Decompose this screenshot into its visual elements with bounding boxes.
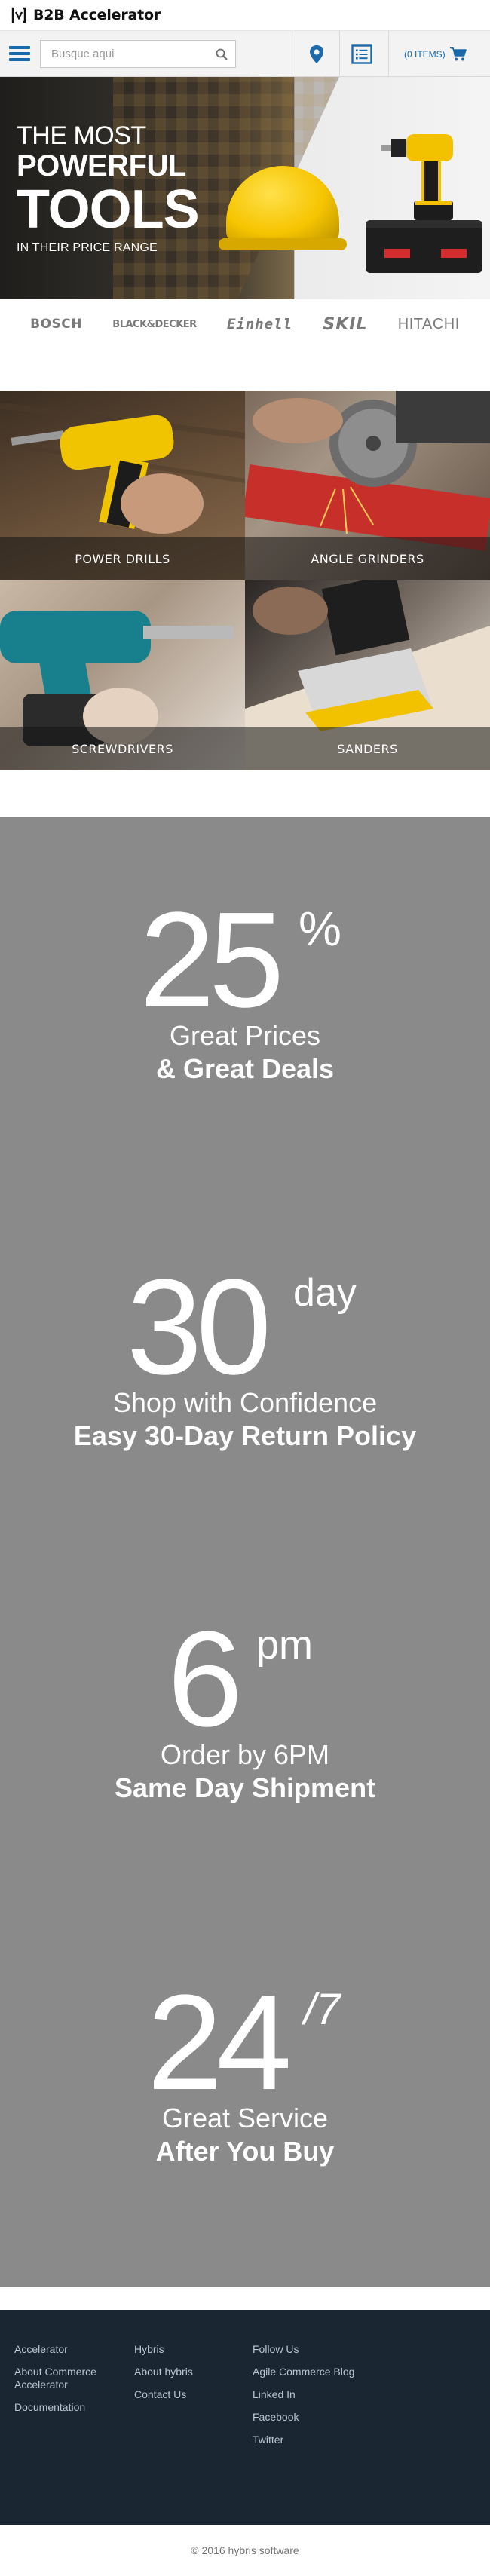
category-label: SCREWDRIVERS <box>0 727 245 770</box>
hero-headline: THE MOST POWERFUL TOOLS IN THEIR PRICE R… <box>17 121 200 255</box>
promo-line-1: Shop with Confidence <box>112 1387 378 1418</box>
mini-cart-button[interactable]: (0 ITEMS) <box>404 45 467 63</box>
cart-count: (0 ITEMS) <box>404 49 446 60</box>
site-footer: Accelerator About Commerce Accelerator D… <box>0 2310 490 2525</box>
quick-order-icon[interactable] <box>349 41 375 67</box>
promo-line-1: Great Prices <box>169 1020 321 1051</box>
hero-line-2: POWERFUL <box>17 149 186 182</box>
footer-link[interactable]: Facebook <box>253 2411 403 2424</box>
hero-banner[interactable]: THE MOST POWERFUL TOOLS IN THEIR PRICE R… <box>0 77 490 299</box>
promo-line-1: Great Service <box>161 2103 329 2133</box>
brand-strip: BOSCH BLACK&DECKER Einhell SKIL HITACHI <box>0 299 490 349</box>
promo-return-policy: 30 day Shop with Confidence Easy 30-Day … <box>0 1260 490 1486</box>
promo-number: 25 <box>139 884 284 1036</box>
hero-line-4: IN THEIR PRICE RANGE <box>17 241 158 254</box>
app-title[interactable]: B2B Accelerator <box>33 7 161 23</box>
promo-unit: % <box>299 902 341 956</box>
hero-line-3: TOOLS <box>17 179 200 240</box>
promo-line-2: & Great Deals <box>155 1053 335 1084</box>
footer-link[interactable]: Twitter <box>253 2434 403 2446</box>
promo-unit: pm <box>256 1622 314 1668</box>
hero-line-1: THE MOST <box>17 121 146 150</box>
case-latch <box>384 249 410 258</box>
app-header: B2B Accelerator <box>0 0 490 31</box>
footer-link[interactable]: Contact Us <box>134 2388 240 2401</box>
footer-link[interactable]: Accelerator <box>14 2343 120 2356</box>
store-finder-icon[interactable] <box>304 41 329 67</box>
copyright-notice: © 2016 hybris software <box>0 2525 490 2576</box>
promo-unit: /7 <box>304 1985 341 2034</box>
nav-divider <box>339 31 340 77</box>
hard-hat-brim <box>219 238 347 250</box>
tool-case-image <box>366 220 482 273</box>
category-label: POWER DRILLS <box>0 537 245 580</box>
cordless-drill-image <box>381 134 453 220</box>
footer-link[interactable]: Agile Commerce Blog <box>253 2366 403 2378</box>
search-box <box>40 40 236 68</box>
brand-logo-einhell[interactable]: Einhell <box>227 316 292 332</box>
promo-line-1: Order by 6PM <box>160 1739 330 1770</box>
value-proposition-panel: 25 % Great Prices & Great Deals 30 day S… <box>0 817 490 2287</box>
brand-logo-hitachi[interactable]: HITACHI <box>398 316 460 333</box>
search-input[interactable] <box>41 41 207 67</box>
footer-link[interactable]: About hybris <box>134 2366 240 2378</box>
nav-divider <box>388 31 389 77</box>
promo-great-service: 24 /7 Great Service After You Buy <box>0 1975 490 2201</box>
category-tile-sanders[interactable]: SANDERS <box>245 580 490 770</box>
promo-great-prices: 25 % Great Prices & Great Deals <box>0 893 490 1119</box>
brand-logo-black-decker[interactable]: BLACK&DECKER <box>112 319 197 330</box>
footer-link[interactable]: Documentation <box>14 2401 120 2414</box>
promo-same-day-shipment: 6 pm Order by 6PM Same Day Shipment <box>0 1612 490 1838</box>
category-label: SANDERS <box>245 727 490 770</box>
footer-column-accelerator: Accelerator About Commerce Accelerator D… <box>14 2343 120 2424</box>
category-tile-angle-grinders[interactable]: ANGLE GRINDERS <box>245 391 490 580</box>
search-icon[interactable] <box>213 45 231 63</box>
category-tile-power-drills[interactable]: POWER DRILLS <box>0 391 245 580</box>
footer-column-hybris: Hybris About hybris Contact Us <box>134 2343 240 2411</box>
promo-number: 24 <box>147 1967 292 2118</box>
promo-line-2: Same Day Shipment <box>114 1772 376 1803</box>
cart-icon <box>449 47 467 61</box>
footer-link[interactable]: Follow Us <box>253 2343 403 2356</box>
brand-logo-icon[interactable] <box>11 7 27 23</box>
case-latch <box>441 249 467 258</box>
footer-link[interactable]: Linked In <box>253 2388 403 2401</box>
promo-line-2: After You Buy <box>155 2136 335 2167</box>
promo-unit: day <box>293 1271 357 1315</box>
category-tile-screwdrivers[interactable]: SCREWDRIVERS <box>0 580 245 770</box>
menu-icon[interactable] <box>8 43 32 64</box>
footer-column-follow-us: Follow Us Agile Commerce Blog Linked In … <box>253 2343 403 2456</box>
brand-logo-skil[interactable]: SKIL <box>323 315 367 334</box>
category-label: ANGLE GRINDERS <box>245 537 490 580</box>
promo-number: 30 <box>127 1251 271 1403</box>
footer-link[interactable]: About Commerce Accelerator <box>14 2366 120 2391</box>
footer-link[interactable]: Hybris <box>134 2343 240 2356</box>
promo-number: 6 <box>167 1603 243 1755</box>
brand-logo-bosch[interactable]: BOSCH <box>30 317 82 332</box>
promo-line-2: Easy 30-Day Return Policy <box>73 1420 417 1451</box>
nav-bar: (0 ITEMS) <box>0 31 490 77</box>
